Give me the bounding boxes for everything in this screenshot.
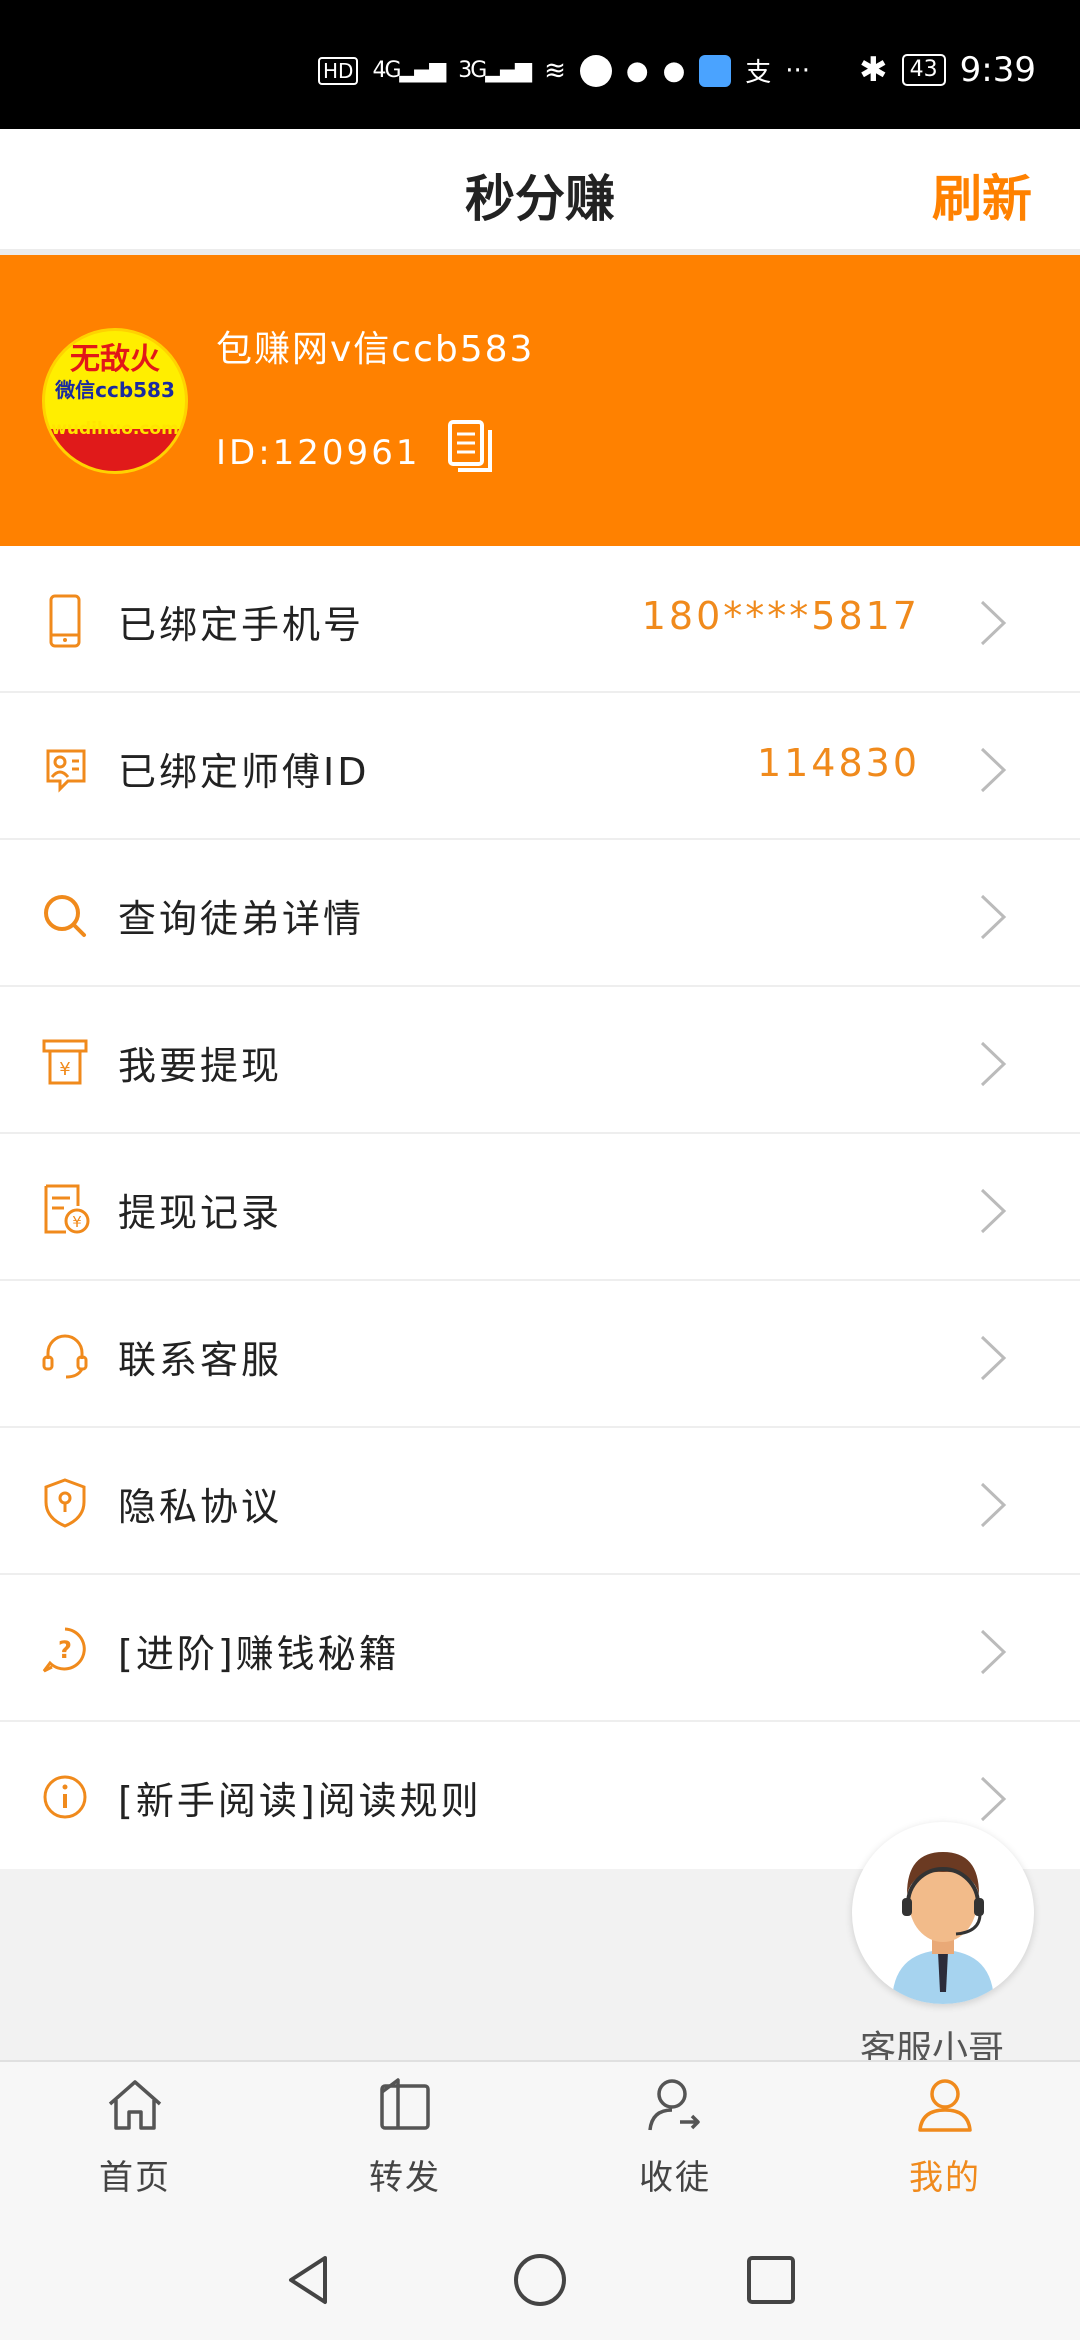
profile-card: 无敌火 微信ccb583 wudihuo.com 包赚网v信ccb583 ID:…: [0, 255, 1080, 546]
bluetooth-icon: ✱: [859, 50, 888, 90]
menu-item-label: [新手阅读]阅读规则: [118, 1779, 482, 1823]
book-icon: [380, 2078, 430, 2130]
menu-item-label: 提现记录: [118, 1191, 283, 1235]
svg-text:¥: ¥: [59, 1059, 70, 1080]
floating-service-button[interactable]: 客服小哥: [852, 1822, 1034, 2070]
avatar-text-3: wudihuo.com: [51, 419, 179, 439]
headset-icon: [42, 1334, 88, 1379]
bottom-tab-bar: 首页 转发 收徒 我的: [0, 2060, 1080, 2213]
svg-text:?: ?: [58, 1636, 72, 1664]
wifi-icon: ≋: [544, 55, 566, 86]
menu-item-label: 联系客服: [118, 1338, 283, 1382]
chevron-right-icon: [980, 600, 1007, 646]
menu-list: 已绑定手机号 180****5817 已绑定师傅ID 114830 查询徒弟详情…: [0, 546, 1080, 1869]
master-id-icon: [46, 749, 86, 793]
menu-item-label: 我要提现: [118, 1044, 283, 1088]
message-icon: ●: [625, 55, 649, 86]
tab-home[interactable]: 首页: [0, 2062, 270, 2215]
question-icon: ?: [42, 1627, 86, 1673]
svg-text:¥: ¥: [72, 1213, 82, 1231]
tab-recruit[interactable]: 收徒: [540, 2062, 810, 2215]
hd-indicator: HD: [318, 56, 359, 85]
status-indicators: HD 4G▂▄▆ 3G▂▄▆ ≋ ● ● 支 ···: [318, 52, 810, 89]
withdraw-record-icon: ¥: [44, 1184, 90, 1234]
search-icon: [44, 895, 86, 937]
wechat-icon: ●: [662, 55, 686, 86]
status-right: ✱ 43 9:39: [859, 50, 1036, 90]
menu-item-privacy[interactable]: 隐私协议: [0, 1428, 1080, 1575]
menu-item-bound-phone[interactable]: 已绑定手机号 180****5817: [0, 546, 1080, 693]
menu-item-label: 已绑定师傅ID: [118, 750, 370, 794]
menu-item-label: 查询徒弟详情: [118, 897, 365, 941]
menu-item-value: 180****5817: [641, 594, 920, 638]
tab-label: 首页: [99, 2158, 171, 2198]
back-icon[interactable]: [279, 2250, 339, 2310]
menu-item-withdraw[interactable]: ¥ 我要提现: [0, 987, 1080, 1134]
tab-label: 收徒: [639, 2158, 711, 2198]
menu-item-label: [进阶]赚钱秘籍: [118, 1632, 400, 1676]
add-user-icon: [648, 2079, 700, 2131]
menu-item-label: 已绑定手机号: [118, 603, 365, 647]
chevron-right-icon: [980, 747, 1007, 793]
avatar-text-2: 微信ccb583: [55, 378, 175, 402]
profile-id: ID:120961: [216, 433, 421, 473]
chevron-right-icon: [980, 1629, 1007, 1675]
tab-label: 转发: [369, 2158, 441, 2198]
signal-4g-indicator: 4G▂▄▆: [372, 58, 446, 83]
app-notification-icon: [579, 54, 612, 87]
service-avatar: [852, 1822, 1034, 2004]
menu-item-advanced-tips[interactable]: ? [进阶]赚钱秘籍: [0, 1575, 1080, 1722]
profile-name: 包赚网v信ccb583: [216, 329, 535, 370]
home-icon: [108, 2080, 162, 2130]
status-bar: HD 4G▂▄▆ 3G▂▄▆ ≋ ● ● 支 ··· ✱ 43 9:39: [0, 0, 1080, 129]
system-nav-bar: [0, 2213, 1080, 2340]
alipay-icon: 支: [745, 58, 772, 88]
tab-mine[interactable]: 我的: [810, 2062, 1080, 2215]
clock: 9:39: [959, 50, 1036, 90]
avatar[interactable]: 无敌火 微信ccb583 wudihuo.com: [42, 328, 188, 474]
phone-icon: [49, 594, 81, 648]
tab-label: 我的: [909, 2158, 981, 2198]
recents-icon[interactable]: [741, 2250, 801, 2310]
title-bar: 秒分赚 刷新: [0, 129, 1080, 255]
chevron-right-icon: [980, 1188, 1007, 1234]
chevron-right-icon: [980, 1776, 1007, 1822]
refresh-button[interactable]: 刷新: [932, 159, 1032, 231]
menu-item-master-id[interactable]: 已绑定师傅ID 114830: [0, 693, 1080, 840]
service-agent-icon: [892, 1852, 994, 2004]
chevron-right-icon: [980, 1482, 1007, 1528]
withdraw-icon: ¥: [42, 1039, 88, 1085]
home-nav-icon[interactable]: [510, 2250, 570, 2310]
menu-item-contact-service[interactable]: 联系客服: [0, 1281, 1080, 1428]
battery-level: 43: [901, 54, 946, 86]
avatar-text-1: 无敌火: [70, 342, 160, 377]
browser-icon: [699, 54, 732, 87]
menu-item-value: 114830: [756, 741, 920, 785]
menu-item-label: 隐私协议: [118, 1485, 283, 1529]
person-icon: [918, 2079, 972, 2132]
shield-icon: [44, 1478, 86, 1528]
info-icon: [43, 1775, 87, 1819]
chevron-right-icon: [980, 1335, 1007, 1381]
menu-item-withdraw-record[interactable]: ¥ 提现记录: [0, 1134, 1080, 1281]
menu-item-query-apprentice[interactable]: 查询徒弟详情: [0, 840, 1080, 987]
chevron-right-icon: [980, 1041, 1007, 1087]
chevron-right-icon: [980, 894, 1007, 940]
page-title: 秒分赚: [465, 170, 615, 228]
copy-icon[interactable]: [446, 418, 494, 474]
more-notifications-icon: ···: [785, 55, 811, 86]
tab-forward[interactable]: 转发: [270, 2062, 540, 2215]
signal-3g-indicator: 3G▂▄▆: [458, 58, 532, 83]
